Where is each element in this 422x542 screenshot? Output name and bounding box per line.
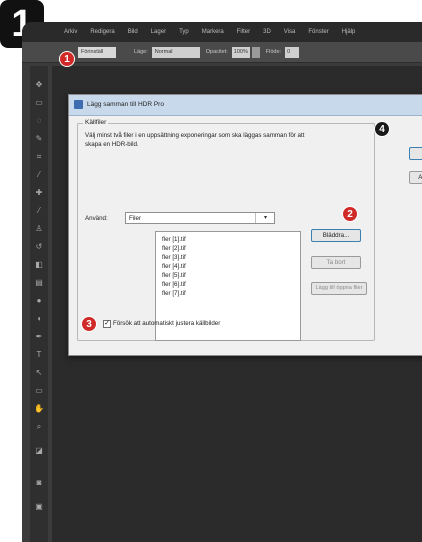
dialog-titlebar: Lägg samman till HDR Pro ✕ bbox=[69, 95, 422, 116]
flow-label: Flöde: bbox=[265, 49, 282, 55]
callout-1: 1 bbox=[59, 51, 75, 67]
list-item[interactable]: fler [6].tif bbox=[162, 281, 186, 288]
preset-picker[interactable]: Förinställ bbox=[78, 46, 116, 58]
screen-mode-icon[interactable]: ▣ bbox=[34, 502, 44, 511]
dodge-tool-icon[interactable]: ◖ bbox=[34, 314, 44, 323]
path-select-tool-icon[interactable]: ↖ bbox=[34, 368, 44, 377]
chevron-down-icon[interactable]: ▾ bbox=[255, 213, 275, 223]
blur-tool-icon[interactable]: ● bbox=[34, 296, 44, 305]
lasso-tool-icon[interactable]: ◌ bbox=[34, 116, 44, 125]
menu-item-help[interactable]: Hjälp bbox=[342, 29, 356, 35]
callout-3: 3 bbox=[81, 316, 97, 332]
history-brush-tool-icon[interactable]: ↺ bbox=[34, 242, 44, 251]
list-item[interactable]: fler [7].tif bbox=[162, 290, 186, 297]
brush-tool-icon[interactable]: ⁄ bbox=[34, 206, 44, 215]
app-icon bbox=[74, 100, 83, 109]
marquee-tool-icon[interactable]: ▭ bbox=[34, 98, 44, 107]
list-item[interactable]: fler [4].tif bbox=[162, 263, 186, 270]
menu-item-image[interactable]: Bild bbox=[128, 29, 138, 35]
menu-item-file[interactable]: Arkiv bbox=[64, 29, 77, 35]
use-label: Använd: bbox=[85, 215, 108, 222]
auto-align-checkbox[interactable]: ✓ bbox=[103, 320, 111, 328]
flow-input[interactable]: 0 bbox=[285, 46, 300, 58]
shape-tool-icon[interactable]: ▭ bbox=[34, 386, 44, 395]
list-item[interactable]: fler [3].tif bbox=[162, 254, 186, 261]
ok-button[interactable]: OK bbox=[409, 147, 422, 160]
auto-align-label: Försök att automatiskt justera källbilde… bbox=[113, 320, 221, 327]
menu-item-window[interactable]: Fönster bbox=[308, 29, 328, 35]
opacity-dropdown-button[interactable] bbox=[251, 46, 260, 58]
list-item[interactable]: fler [5].tif bbox=[162, 272, 186, 279]
photoshop-window: Arkiv Redigera Bild Lager Typ Markera Fi… bbox=[22, 22, 422, 542]
mode-select[interactable]: Normal bbox=[151, 46, 200, 58]
cancel-button[interactable]: Avbryt bbox=[409, 171, 422, 184]
use-select[interactable]: Filer bbox=[125, 212, 275, 224]
color-swatches-icon[interactable]: ◪ bbox=[34, 446, 44, 455]
type-tool-icon[interactable]: T bbox=[34, 350, 44, 359]
callout-2: 2 bbox=[342, 206, 358, 222]
quick-mask-icon[interactable]: ◙ bbox=[34, 478, 44, 487]
list-item[interactable]: fler [2].tif bbox=[162, 245, 186, 252]
pen-tool-icon[interactable]: ✒ bbox=[34, 332, 44, 341]
mode-label: Läge: bbox=[134, 49, 148, 55]
clone-stamp-tool-icon[interactable]: ♙ bbox=[34, 224, 44, 233]
healing-brush-tool-icon[interactable]: ✚ bbox=[34, 188, 44, 197]
menu-item-edit[interactable]: Redigera bbox=[90, 29, 114, 35]
add-open-files-button[interactable]: Lägg till öppna filer bbox=[311, 282, 367, 295]
callout-4: 4 bbox=[374, 121, 390, 137]
merge-to-hdr-dialog: Lägg samman till HDR Pro ✕ Källfiler Väl… bbox=[68, 94, 422, 356]
gradient-tool-icon[interactable]: ▤ bbox=[34, 278, 44, 287]
eraser-tool-icon[interactable]: ◧ bbox=[34, 260, 44, 269]
menu-item-layer[interactable]: Lager bbox=[151, 29, 166, 35]
options-bar: Förinställ Läge: Normal Opacitet: 100% F… bbox=[22, 42, 422, 63]
list-item[interactable]: fler [1].tif bbox=[162, 236, 186, 243]
menu-item-filter[interactable]: Filter bbox=[237, 29, 250, 35]
tools-panel: ✥ ▭ ◌ ✎ ⌗ ⁄ ✚ ⁄ ♙ ↺ ◧ ▤ ● ◖ ✒ T ↖ ▭ ✋ ⌕ … bbox=[30, 66, 48, 542]
zoom-tool-icon[interactable]: ⌕ bbox=[34, 422, 44, 431]
dialog-title: Lägg samman till HDR Pro bbox=[87, 101, 164, 108]
menu-item-3d[interactable]: 3D bbox=[263, 29, 271, 35]
move-tool-icon[interactable]: ✥ bbox=[34, 80, 44, 89]
remove-button[interactable]: Ta bort bbox=[311, 256, 361, 269]
menu-item-view[interactable]: Visa bbox=[284, 29, 296, 35]
quick-select-tool-icon[interactable]: ✎ bbox=[34, 134, 44, 143]
opacity-input[interactable]: 100% bbox=[231, 46, 250, 58]
browse-button[interactable]: Bläddra... bbox=[311, 229, 361, 242]
instructions-text: Välj minst två filer i en uppsättning ex… bbox=[85, 132, 305, 148]
hand-tool-icon[interactable]: ✋ bbox=[34, 404, 44, 413]
menu-item-select[interactable]: Markera bbox=[202, 29, 224, 35]
menu-bar: Arkiv Redigera Bild Lager Typ Markera Fi… bbox=[22, 22, 422, 42]
source-files-legend: Källfiler bbox=[83, 119, 109, 126]
opacity-label: Opacitet: bbox=[205, 49, 228, 55]
crop-tool-icon[interactable]: ⌗ bbox=[34, 152, 44, 161]
menu-item-type[interactable]: Typ bbox=[179, 29, 189, 35]
eyedropper-tool-icon[interactable]: ⁄ bbox=[34, 170, 44, 179]
